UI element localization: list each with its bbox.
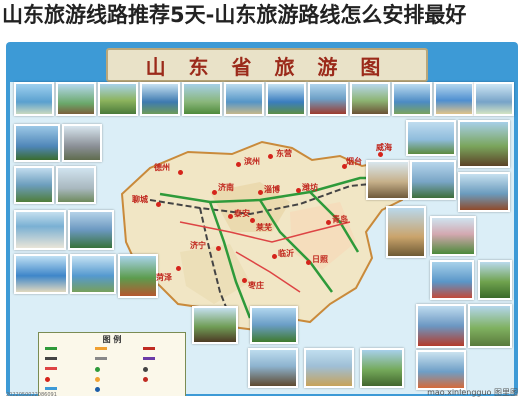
city-label: 枣庄 xyxy=(248,281,264,290)
legend-title: 图 例 xyxy=(102,335,122,344)
city-marker xyxy=(156,202,161,207)
legend-swatch xyxy=(143,357,155,360)
photo-thumbnail xyxy=(56,82,96,116)
city-label: 烟台 xyxy=(346,157,362,166)
page-title: 山东旅游线路推荐5天-山东旅游路线怎么安排最好 xyxy=(2,3,467,27)
map-legend: 图 例 xyxy=(38,332,186,396)
photo-thumbnail xyxy=(182,82,222,116)
city-marker xyxy=(272,254,277,259)
footer-code: 2022050022086091 xyxy=(6,392,57,398)
city-label: 临沂 xyxy=(278,249,294,258)
legend-swatch xyxy=(95,347,107,350)
city-marker xyxy=(178,170,183,175)
photo-thumbnail xyxy=(68,210,114,250)
photo-thumbnail xyxy=(430,260,474,300)
watermark: mao.xinlengguo 图里图 xyxy=(427,388,518,397)
city-label: 潍坊 xyxy=(302,183,318,192)
city-marker xyxy=(296,188,301,193)
city-marker xyxy=(326,220,331,225)
map-banner-title: 山 东 省 旅 游 图 xyxy=(106,48,428,82)
photo-thumbnail xyxy=(416,304,466,348)
city-marker xyxy=(228,214,233,219)
legend-swatch xyxy=(95,387,100,392)
city-marker xyxy=(212,190,217,195)
photo-thumbnail xyxy=(458,120,510,168)
photo-thumbnail xyxy=(304,348,354,388)
city-marker xyxy=(176,266,181,271)
photo-thumbnail xyxy=(248,348,298,388)
city-label: 威海 xyxy=(376,143,392,152)
city-label: 莱芜 xyxy=(256,223,272,232)
legend-swatch xyxy=(95,377,100,382)
legend-swatch xyxy=(95,367,100,372)
legend-highway-swatch xyxy=(45,347,57,350)
legend-swatch xyxy=(95,357,107,360)
photo-thumbnail xyxy=(410,160,456,200)
photo-thumbnail xyxy=(430,216,476,256)
legend-swatch xyxy=(143,377,148,382)
city-label: 日照 xyxy=(312,255,328,264)
city-label: 泰安 xyxy=(234,209,250,218)
city-label: 滨州 xyxy=(244,157,260,166)
legend-water-swatch xyxy=(45,387,57,390)
city-label: 济宁 xyxy=(190,241,206,250)
legend-city-swatch xyxy=(45,377,50,382)
photo-thumbnail xyxy=(350,82,390,116)
photo-thumbnail xyxy=(14,166,54,204)
photo-thumbnail xyxy=(366,160,410,200)
photo-thumbnail xyxy=(140,82,180,116)
legend-swatch xyxy=(143,347,155,350)
photo-thumbnail xyxy=(406,120,456,156)
photo-thumbnail xyxy=(416,350,466,390)
city-label: 青岛 xyxy=(332,215,348,224)
photo-thumbnail xyxy=(14,82,54,116)
legend-road-swatch xyxy=(45,367,57,370)
photo-thumbnail xyxy=(14,254,68,294)
photo-thumbnail xyxy=(70,254,116,294)
photo-thumbnail xyxy=(474,82,514,116)
photo-thumbnail xyxy=(386,206,426,258)
photo-thumbnail xyxy=(434,82,474,116)
city-label: 东营 xyxy=(276,149,292,158)
city-marker xyxy=(258,190,263,195)
photo-thumbnail xyxy=(14,124,60,162)
photo-thumbnail xyxy=(56,166,96,204)
photo-thumbnail xyxy=(360,348,404,388)
city-label: 菏泽 xyxy=(156,273,172,282)
photo-thumbnail xyxy=(250,306,298,344)
photo-thumbnail xyxy=(468,304,512,348)
photo-thumbnail xyxy=(458,172,510,212)
photo-thumbnail xyxy=(14,210,66,250)
photo-thumbnail xyxy=(392,82,432,116)
city-marker xyxy=(216,246,221,251)
city-marker xyxy=(268,154,273,159)
photo-thumbnail xyxy=(224,82,264,116)
photo-thumbnail xyxy=(62,124,102,162)
photo-thumbnail xyxy=(478,260,512,300)
photo-thumbnail xyxy=(118,254,158,298)
photo-thumbnail xyxy=(192,306,238,344)
legend-swatch xyxy=(143,367,148,372)
city-marker xyxy=(250,218,255,223)
photo-thumbnail xyxy=(98,82,138,116)
city-label: 淄博 xyxy=(264,185,280,194)
photo-thumbnail xyxy=(308,82,348,116)
city-marker xyxy=(236,162,241,167)
city-label: 济南 xyxy=(218,183,234,192)
city-label: 聊城 xyxy=(132,195,148,204)
city-marker xyxy=(242,278,247,283)
photo-thumbnail xyxy=(266,82,306,116)
city-label: 德州 xyxy=(154,163,170,172)
legend-railway-swatch xyxy=(45,357,57,360)
tourism-map-board: 山 东 省 旅 游 图 东营 滨州 德州 聊城 济南 淄博 潍坊 烟台 威海 泰… xyxy=(6,42,518,396)
city-marker xyxy=(306,260,311,265)
